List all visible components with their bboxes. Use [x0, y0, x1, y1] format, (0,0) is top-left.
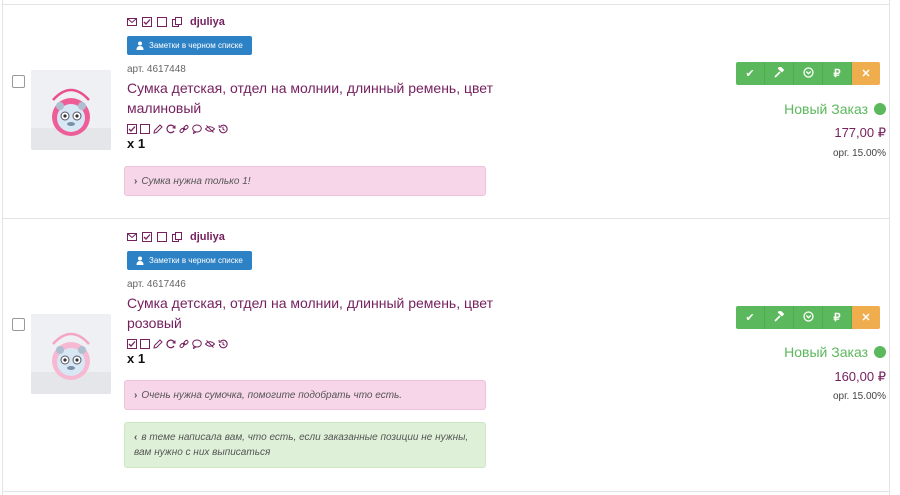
history-icon[interactable]	[218, 336, 228, 349]
article-number: арт. 4617448	[127, 64, 186, 75]
checked-box-icon[interactable]	[127, 336, 137, 349]
envelope-icon[interactable]	[127, 17, 137, 27]
status-label: Новый Заказ	[784, 344, 868, 360]
quantity: x 1	[127, 136, 146, 151]
pencil-icon[interactable]	[153, 336, 163, 349]
username-link[interactable]: djuliya	[190, 16, 225, 28]
refresh-icon[interactable]	[166, 336, 176, 349]
order-actions: ✔ ₽ ✕	[736, 306, 880, 329]
payment-button[interactable]: ₽	[823, 306, 852, 329]
product-title[interactable]: Сумка детская, отдел на молнии, длинный …	[127, 293, 502, 333]
organizer-reply: ‹ в теме написала вам, что есть, если зак…	[124, 422, 486, 468]
blacklist-notes-label: Заметки в черном списке	[149, 41, 243, 50]
item-tools	[127, 335, 502, 350]
order-status: Новый Заказ	[784, 101, 886, 117]
link-icon[interactable]	[179, 121, 189, 133]
item-price: 177,00 ₽	[834, 125, 886, 140]
status-label: Новый Заказ	[784, 101, 868, 117]
username-link[interactable]: djuliya	[190, 231, 225, 243]
cancel-button[interactable]: ✕	[852, 62, 880, 85]
blacklist-notes-button[interactable]: Заметки в черном списке	[127, 36, 252, 55]
checked-box-icon[interactable]	[142, 232, 152, 242]
chevron-left-icon: ‹	[134, 432, 138, 443]
eye-slash-icon[interactable]	[204, 336, 216, 348]
item-price: 160,00 ₽	[834, 369, 886, 384]
expand-button[interactable]	[794, 306, 823, 329]
chevron-right-icon: ›	[134, 175, 138, 187]
check-icon: ✔	[745, 312, 755, 324]
order-info: djuliya Заметки в черном списке арт. 461…	[127, 15, 502, 152]
order-status: Новый Заказ	[784, 344, 886, 360]
link-icon[interactable]	[179, 336, 189, 348]
pink-bag-picture	[31, 70, 111, 150]
eye-slash-icon[interactable]	[204, 121, 216, 133]
status-dot-icon	[874, 103, 886, 115]
comment-icon[interactable]	[192, 121, 202, 135]
empty-box-icon[interactable]	[140, 121, 150, 134]
refresh-icon[interactable]	[166, 121, 176, 134]
customer-note: › Сумка нужна только 1!	[124, 166, 486, 196]
comment-icon[interactable]	[192, 336, 202, 350]
hammer-icon	[773, 65, 785, 81]
blacklist-notes-button[interactable]: Заметки в черном списке	[127, 251, 252, 270]
ruble-icon: ₽	[833, 312, 841, 324]
pencil-icon[interactable]	[153, 121, 163, 134]
order-actions: ✔ ₽ ✕	[736, 62, 880, 85]
status-dot-icon	[874, 346, 886, 358]
chevron-circle-icon	[802, 66, 814, 81]
org-fee: орг. 15.00%	[832, 391, 886, 402]
note-text: Сумка нужна только 1!	[141, 175, 251, 187]
payment-button[interactable]: ₽	[823, 62, 852, 85]
empty-box-icon[interactable]	[140, 336, 150, 349]
copy-icon[interactable]	[172, 17, 182, 27]
pink-bag-picture	[31, 314, 111, 394]
product-title[interactable]: Сумка детская, отдел на молнии, длинный …	[127, 78, 502, 118]
user-line: djuliya	[127, 230, 502, 244]
customer-note: › Очень нужна сумочка, помогите подобрат…	[124, 380, 486, 410]
history-icon[interactable]	[218, 121, 228, 134]
product-image[interactable]	[31, 70, 111, 150]
blacklist-notes-label: Заметки в черном списке	[149, 256, 243, 265]
close-icon: ✕	[861, 312, 871, 324]
article-number: арт. 4617446	[127, 279, 186, 290]
frame-border-right	[889, 0, 890, 495]
org-fee: орг. 15.00%	[832, 148, 886, 159]
empty-box-icon[interactable]	[157, 17, 167, 27]
user-line: djuliya	[127, 15, 502, 29]
auction-button[interactable]	[765, 306, 794, 329]
close-icon: ✕	[861, 68, 871, 80]
empty-box-icon[interactable]	[157, 232, 167, 242]
confirm-button[interactable]: ✔	[736, 306, 765, 329]
chevron-circle-icon	[802, 310, 814, 325]
quantity: x 1	[127, 351, 146, 366]
orders-page: djuliya Заметки в черном списке арт. 461…	[0, 0, 900, 495]
ruble-icon: ₽	[833, 68, 841, 80]
check-icon: ✔	[745, 68, 755, 80]
note-text: Очень нужна сумочка, помогите подобрать …	[141, 389, 403, 401]
cancel-button[interactable]: ✕	[852, 306, 880, 329]
confirm-button[interactable]: ✔	[736, 62, 765, 85]
user-icon	[136, 256, 144, 265]
user-icon	[136, 41, 144, 50]
copy-icon[interactable]	[172, 232, 182, 242]
reply-text: в теме написала вам, что есть, если зака…	[134, 432, 469, 458]
expand-button[interactable]	[794, 62, 823, 85]
row-select-checkbox[interactable]	[12, 75, 25, 88]
product-image[interactable]	[31, 314, 111, 394]
hammer-icon	[773, 309, 785, 325]
order-info: djuliya Заметки в черном списке арт. 461…	[127, 230, 502, 367]
reply-content: ‹ в теме написала вам, что есть, если зак…	[134, 430, 476, 460]
item-tools	[127, 120, 502, 135]
chevron-right-icon: ›	[134, 389, 138, 401]
row-select-checkbox[interactable]	[12, 318, 25, 331]
checked-box-icon[interactable]	[127, 121, 137, 134]
checked-box-icon[interactable]	[142, 17, 152, 27]
envelope-icon[interactable]	[127, 232, 137, 242]
auction-button[interactable]	[765, 62, 794, 85]
